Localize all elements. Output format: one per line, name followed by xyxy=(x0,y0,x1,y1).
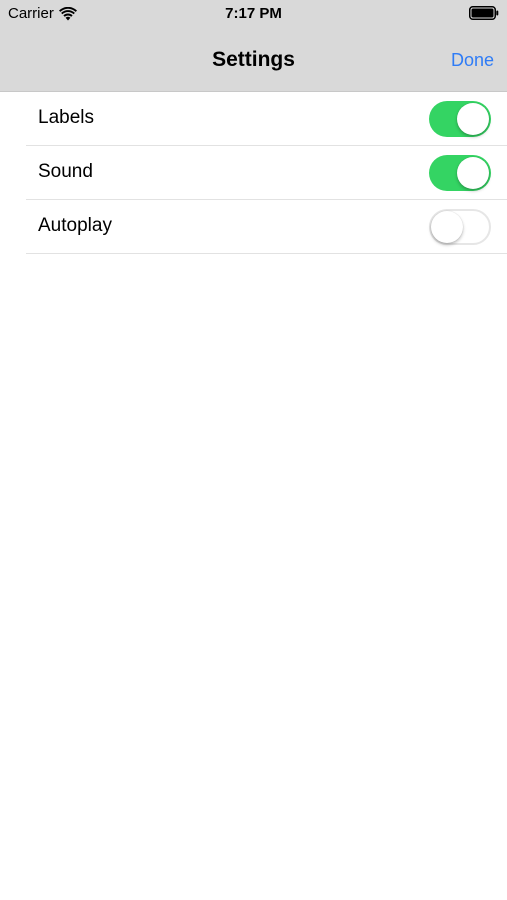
settings-list: Labels Sound Autoplay xyxy=(0,92,507,254)
autoplay-toggle[interactable] xyxy=(429,209,491,245)
labels-toggle[interactable] xyxy=(429,101,491,137)
status-bar: Carrier 7:17 PM xyxy=(0,0,507,28)
done-button[interactable]: Done xyxy=(451,50,494,71)
settings-row-autoplay: Autoplay xyxy=(26,200,507,254)
sound-toggle[interactable] xyxy=(429,155,491,191)
page-title: Settings xyxy=(212,48,295,71)
battery-full-icon xyxy=(469,6,499,20)
row-label: Autoplay xyxy=(38,215,112,236)
status-time: 7:17 PM xyxy=(225,5,282,22)
row-label: Labels xyxy=(38,107,94,128)
toggle-knob xyxy=(457,157,489,189)
toggle-knob xyxy=(431,211,463,243)
top-bar: Carrier 7:17 PM Settings Done xyxy=(0,0,507,92)
toggle-knob xyxy=(457,103,489,135)
nav-bar: Settings Done xyxy=(0,28,507,92)
settings-row-labels: Labels xyxy=(26,92,507,146)
row-label: Sound xyxy=(38,161,93,182)
settings-row-sound: Sound xyxy=(26,146,507,200)
